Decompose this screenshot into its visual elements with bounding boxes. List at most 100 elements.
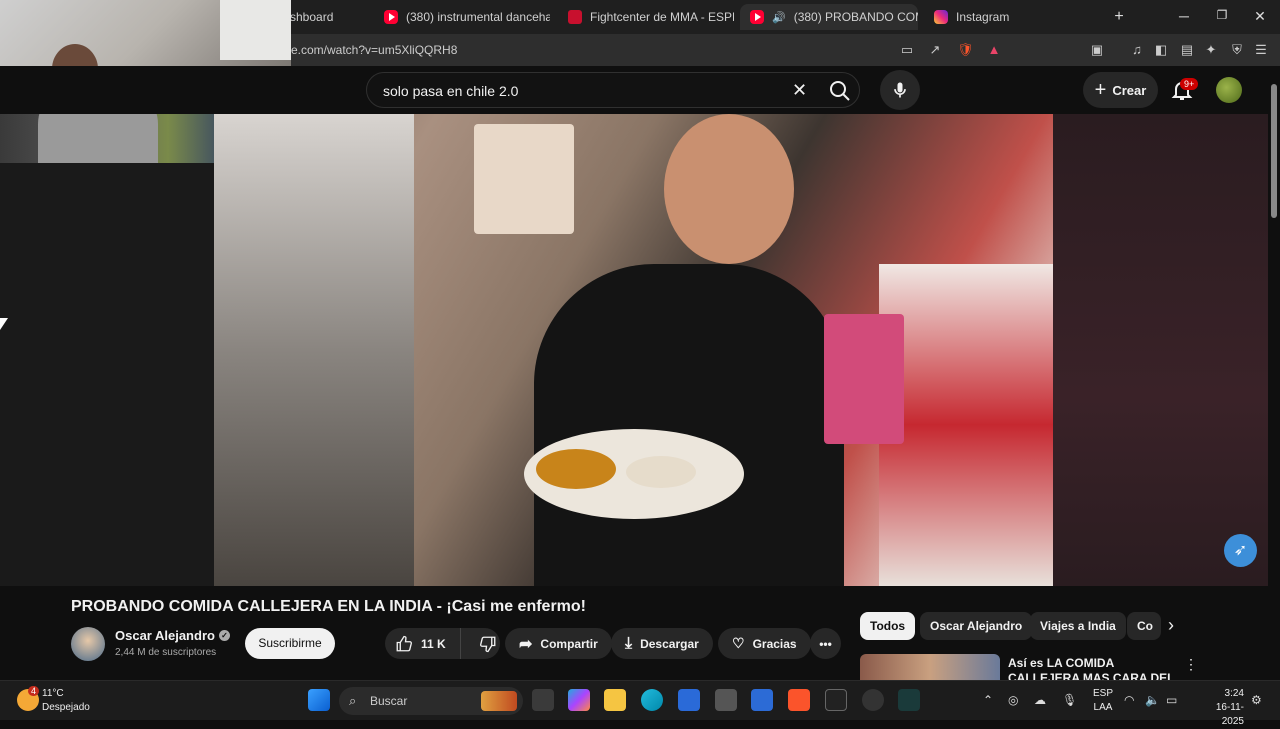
volume-icon[interactable]: 🔈 (1145, 693, 1160, 707)
mouse-cursor (0, 318, 8, 330)
tab-label: (380) PROBANDO COMI (793, 10, 918, 24)
url-field[interactable]: e.com/watch?v=um5XliQQRH8 (291, 43, 457, 57)
recommendation-menu-icon[interactable]: ⋮ (1184, 656, 1198, 673)
chip-oscar-alejandro[interactable]: Oscar Alejandro (920, 612, 1033, 640)
microsoft-store-icon[interactable] (678, 689, 700, 711)
taskbar-search[interactable]: ⌕ Buscar (339, 687, 523, 715)
vscode-icon[interactable] (751, 689, 773, 711)
wifi-icon[interactable]: ◠ (1124, 693, 1134, 707)
tab-label: (380) instrumental dancehall - Y (406, 10, 550, 24)
task-view-icon[interactable] (532, 689, 554, 711)
account-avatar[interactable] (1216, 77, 1242, 103)
lang-bottom: LAA (1093, 702, 1113, 713)
microphone-icon (894, 82, 906, 98)
download-label: Descargar (640, 636, 699, 651)
like-dislike-group: 11 K (385, 628, 500, 659)
create-label: Crear (1112, 82, 1147, 98)
tab-espn[interactable]: Fightcenter de MMA - ESPN (CL (558, 4, 734, 30)
espn-icon (568, 10, 582, 24)
tray-app-icon[interactable]: ◎ (1008, 693, 1018, 707)
language-indicator[interactable]: ESP LAA (1092, 687, 1114, 715)
tray-cloud-icon[interactable]: ☁ (1034, 693, 1046, 707)
audio-meter-icon[interactable] (825, 689, 847, 711)
copilot-icon[interactable] (568, 689, 590, 711)
silver-show-poster (824, 314, 904, 444)
search-value: solo pasa en chile 2.0 (383, 83, 519, 99)
tab-label: Instagram (956, 10, 1010, 24)
brave-icon[interactable] (788, 689, 810, 711)
create-button[interactable]: + Crear (1083, 72, 1158, 108)
video-player[interactable] (214, 114, 1053, 586)
chevron-right-icon[interactable]: › (1168, 615, 1174, 636)
weather-widget[interactable]: 11°C Despejado (42, 687, 90, 715)
more-dots-icon: ••• (819, 636, 832, 651)
obs-icon[interactable] (862, 689, 884, 711)
chip-partial[interactable]: Co (1127, 612, 1161, 640)
like-button[interactable]: 11 K (385, 628, 461, 659)
tray-overflow-icon[interactable]: ⌃ (983, 693, 993, 707)
youtube-header: solo pasa en chile 2.0 ✕ + Crear 9+ (0, 66, 1280, 114)
restore-icon[interactable]: ❐ (1212, 8, 1232, 22)
heart-dollar-icon: ♡ (732, 635, 745, 651)
share-button[interactable]: ➦ Compartir (505, 628, 612, 659)
chip-viajes-india[interactable]: Viajes a India (1030, 612, 1126, 640)
recommendation-thumbnail[interactable] (860, 654, 1000, 680)
file-explorer-icon[interactable] (604, 689, 626, 711)
recommendation-title[interactable]: Así es LA COMIDA CALLEJERA MAS CARA DEL … (1008, 656, 1178, 680)
youtube-icon (384, 10, 398, 24)
scrollbar-thumb[interactable] (1271, 84, 1277, 218)
weather-badge: 4 (28, 686, 40, 696)
leo-ai-icon[interactable]: ✦ (1203, 42, 1219, 58)
tab-youtube-active[interactable]: 🔊 (380) PROBANDO COMI ✕ (740, 4, 918, 30)
brave-shields-icon[interactable]: 🛡 (957, 42, 974, 58)
tab-instagram[interactable]: Instagram (924, 4, 1100, 30)
thumbs-down-icon[interactable] (479, 635, 497, 653)
tab-youtube-dancehall[interactable]: (380) instrumental dancehall - Y (374, 4, 550, 30)
video-right-background (1053, 114, 1268, 586)
street-left (214, 114, 414, 586)
tab-dashboard[interactable]: shboard (280, 4, 376, 30)
thanks-button[interactable]: ♡ Gracias (718, 628, 811, 659)
menu-icon[interactable]: ☰ (1253, 42, 1269, 58)
video-title: PROBANDO COMIDA CALLEJERA EN LA INDIA - … (71, 598, 586, 615)
channel-name-row[interactable]: Oscar Alejandro ✓ (115, 628, 230, 643)
rocket-extension-icon[interactable]: ➶ (1224, 534, 1257, 567)
battery-icon[interactable]: ▭ (1166, 693, 1177, 707)
thumbs-up-icon (396, 635, 412, 651)
clock-date: 16-11-2025 (1215, 702, 1244, 727)
minimize-icon[interactable]: ─ (1174, 8, 1194, 24)
download-button[interactable]: ⤓ Descargar (611, 628, 713, 659)
clear-search-icon[interactable]: ✕ (792, 80, 807, 101)
channel-name[interactable]: Oscar Alejandro (115, 628, 215, 643)
windows-start-icon[interactable] (308, 689, 330, 711)
share-page-icon[interactable]: ↗ (927, 42, 943, 58)
host-body (534, 264, 844, 586)
side-panel-icon[interactable]: ◧ (1153, 42, 1169, 58)
subscribe-button[interactable]: Suscribirme (245, 628, 335, 659)
thanks-label: Gracias (752, 636, 797, 651)
search-icon[interactable] (828, 79, 852, 103)
notification-center-icon[interactable]: ⚙ (1251, 693, 1262, 707)
channel-avatar[interactable] (71, 627, 105, 661)
search-input[interactable]: solo pasa en chile 2.0 ✕ (366, 72, 860, 108)
plus-icon: + (1094, 78, 1107, 101)
new-tab-button[interactable]: + (1109, 8, 1129, 26)
music-icon[interactable]: ♫ (1129, 42, 1145, 58)
taskbar-search-label: Buscar (370, 694, 408, 708)
left-background (0, 163, 214, 586)
nox-icon[interactable] (898, 689, 920, 711)
edge-icon[interactable] (641, 689, 663, 711)
search-highlight-icon (481, 691, 517, 711)
vpn-icon[interactable]: ⛨ (1229, 42, 1245, 58)
app-icon[interactable] (715, 689, 737, 711)
chip-todos[interactable]: Todos (860, 612, 916, 640)
tray-mic-icon[interactable]: 🎙 (1062, 693, 1077, 707)
cast-icon[interactable]: ▭ (899, 42, 915, 58)
more-actions-button[interactable]: ••• (810, 628, 841, 659)
voice-search-button[interactable] (880, 70, 920, 110)
close-window-icon[interactable]: ✕ (1250, 8, 1270, 25)
clock[interactable]: 3:24 16-11-2025 (1204, 687, 1244, 729)
sidebar-toggle-icon[interactable]: ▣ (1089, 42, 1105, 58)
brave-rewards-icon[interactable]: ▲ (986, 42, 1002, 58)
wallet-icon[interactable]: ▤ (1179, 42, 1195, 58)
